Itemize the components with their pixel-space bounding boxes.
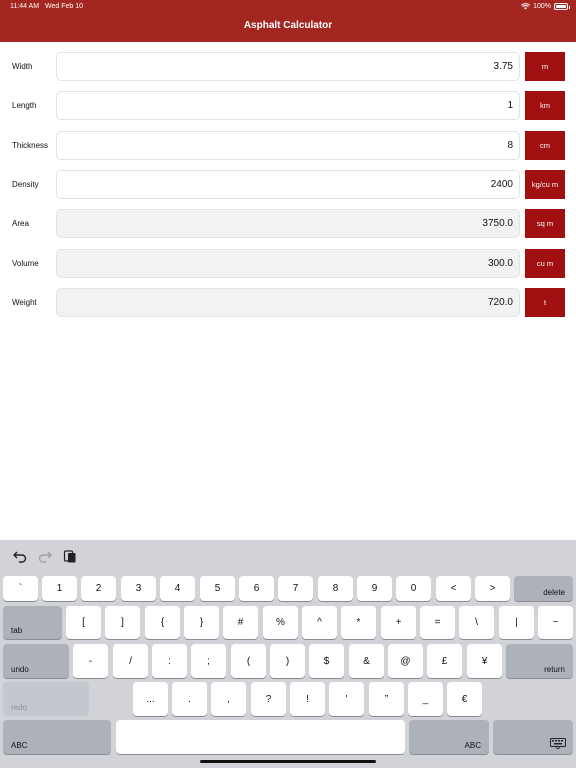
key-hash[interactable]: #: [223, 606, 258, 639]
key-dollar[interactable]: $: [309, 644, 344, 678]
width-label: Width: [12, 62, 33, 71]
key-backslash[interactable]: \: [459, 606, 494, 639]
length-unit-button[interactable]: km: [525, 91, 565, 120]
home-indicator: [200, 760, 376, 763]
status-date: Wed Feb 10: [45, 3, 84, 10]
density-unit-button[interactable]: kg/cu m: [525, 170, 565, 199]
battery-percent: 100%: [533, 3, 551, 10]
weight-output: 720.0: [56, 288, 520, 317]
key-backtick[interactable]: `: [3, 576, 38, 601]
key-ellipsis[interactable]: ...: [133, 682, 168, 716]
keyboard-dismiss-button[interactable]: [493, 720, 573, 754]
row-weight: Weight 720.0 t: [0, 288, 576, 318]
row-length: Length 1 km: [0, 91, 576, 121]
density-label: Density: [12, 180, 39, 189]
key-6[interactable]: 6: [239, 576, 274, 601]
row-width: Width 3.75 m: [0, 52, 576, 82]
key-greater-than[interactable]: >: [475, 576, 510, 601]
density-input[interactable]: 2400: [56, 170, 520, 199]
width-unit-button[interactable]: m: [525, 52, 565, 81]
key-5[interactable]: 5: [200, 576, 235, 601]
key-at[interactable]: @: [388, 644, 423, 678]
key-4[interactable]: 4: [160, 576, 195, 601]
key-semicolon[interactable]: ;: [191, 644, 226, 678]
key-euro[interactable]: €: [447, 682, 482, 716]
key-underscore[interactable]: _: [408, 682, 443, 716]
weight-unit-button[interactable]: t: [525, 288, 565, 317]
key-asterisk[interactable]: *: [341, 606, 376, 639]
undo-key[interactable]: undo: [3, 644, 69, 678]
key-8[interactable]: 8: [318, 576, 353, 601]
weight-label: Weight: [12, 298, 37, 307]
thickness-unit-button[interactable]: cm: [525, 131, 565, 160]
tab-key[interactable]: tab: [3, 606, 62, 639]
key-tilde[interactable]: ~: [538, 606, 573, 639]
key-pound[interactable]: £: [427, 644, 462, 678]
key-0[interactable]: 0: [396, 576, 431, 601]
thickness-input[interactable]: 8: [56, 131, 520, 160]
key-7[interactable]: 7: [278, 576, 313, 601]
width-input[interactable]: 3.75: [56, 52, 520, 81]
area-output: 3750.0: [56, 209, 520, 238]
key-yen[interactable]: ¥: [467, 644, 502, 678]
key-3[interactable]: 3: [121, 576, 156, 601]
keyboard-toolbar: [0, 540, 576, 573]
status-time: 11:44 AM: [10, 3, 40, 10]
key-caret[interactable]: ^: [302, 606, 337, 639]
key-open-brace[interactable]: {: [145, 606, 180, 639]
key-less-than[interactable]: <: [436, 576, 471, 601]
battery-icon: [554, 3, 570, 10]
key-close-paren[interactable]: ): [270, 644, 305, 678]
key-comma[interactable]: ,: [211, 682, 246, 716]
on-screen-keyboard: ` 1 2 3 4 5 6 7 8 9 0 < > delete tab [ ]…: [0, 540, 576, 768]
space-key[interactable]: [116, 720, 405, 754]
volume-output: 300.0: [56, 249, 520, 278]
row-volume: Volume 300.0 cu m: [0, 249, 576, 279]
status-right: 100%: [521, 3, 570, 10]
key-question[interactable]: ?: [251, 682, 286, 716]
length-label: Length: [12, 101, 37, 110]
volume-label: Volume: [12, 259, 39, 268]
key-apostrophe[interactable]: ': [329, 682, 364, 716]
volume-unit-button[interactable]: cu m: [525, 249, 565, 278]
thickness-label: Thickness: [12, 141, 49, 150]
key-1[interactable]: 1: [42, 576, 77, 601]
key-equals[interactable]: =: [420, 606, 455, 639]
area-label: Area: [12, 219, 29, 228]
page-title: Asphalt Calculator: [243, 20, 333, 31]
undo-arrow-icon[interactable]: [13, 549, 27, 563]
key-period[interactable]: .: [172, 682, 207, 716]
key-2[interactable]: 2: [81, 576, 116, 601]
redo-key[interactable]: redo: [3, 682, 89, 716]
key-plus[interactable]: +: [381, 606, 416, 639]
area-unit-button[interactable]: sq m: [525, 209, 565, 238]
abc-right-key[interactable]: ABC: [409, 720, 489, 754]
key-close-brace[interactable]: }: [184, 606, 219, 639]
key-close-bracket[interactable]: ]: [105, 606, 140, 639]
abc-left-key[interactable]: ABC: [3, 720, 111, 754]
length-input[interactable]: 1: [56, 91, 520, 120]
navigation-bar: 11:44 AM Wed Feb 10 100% Asphalt Calcula…: [0, 0, 576, 42]
row-area: Area 3750.0 sq m: [0, 209, 576, 239]
key-open-bracket[interactable]: [: [66, 606, 101, 639]
key-open-paren[interactable]: (: [231, 644, 266, 678]
key-exclamation[interactable]: !: [290, 682, 325, 716]
wifi-icon: [521, 3, 531, 10]
key-percent[interactable]: %: [263, 606, 298, 639]
key-ampersand[interactable]: &: [349, 644, 384, 678]
key-colon[interactable]: :: [152, 644, 187, 678]
row-thickness: Thickness 8 cm: [0, 131, 576, 161]
keyboard-dismiss-icon: [550, 738, 566, 749]
redo-arrow-icon[interactable]: [38, 549, 52, 563]
row-density: Density 2400 kg/cu m: [0, 170, 576, 200]
delete-key[interactable]: delete: [514, 576, 573, 601]
key-pipe[interactable]: |: [499, 606, 534, 639]
clipboard-icon[interactable]: [63, 549, 77, 563]
key-9[interactable]: 9: [357, 576, 392, 601]
key-quote[interactable]: ”: [369, 682, 404, 716]
key-slash[interactable]: /: [113, 644, 148, 678]
return-key[interactable]: return: [506, 644, 573, 678]
key-minus[interactable]: -: [73, 644, 108, 678]
status-bar: 11:44 AM Wed Feb 10 100%: [0, 0, 576, 14]
